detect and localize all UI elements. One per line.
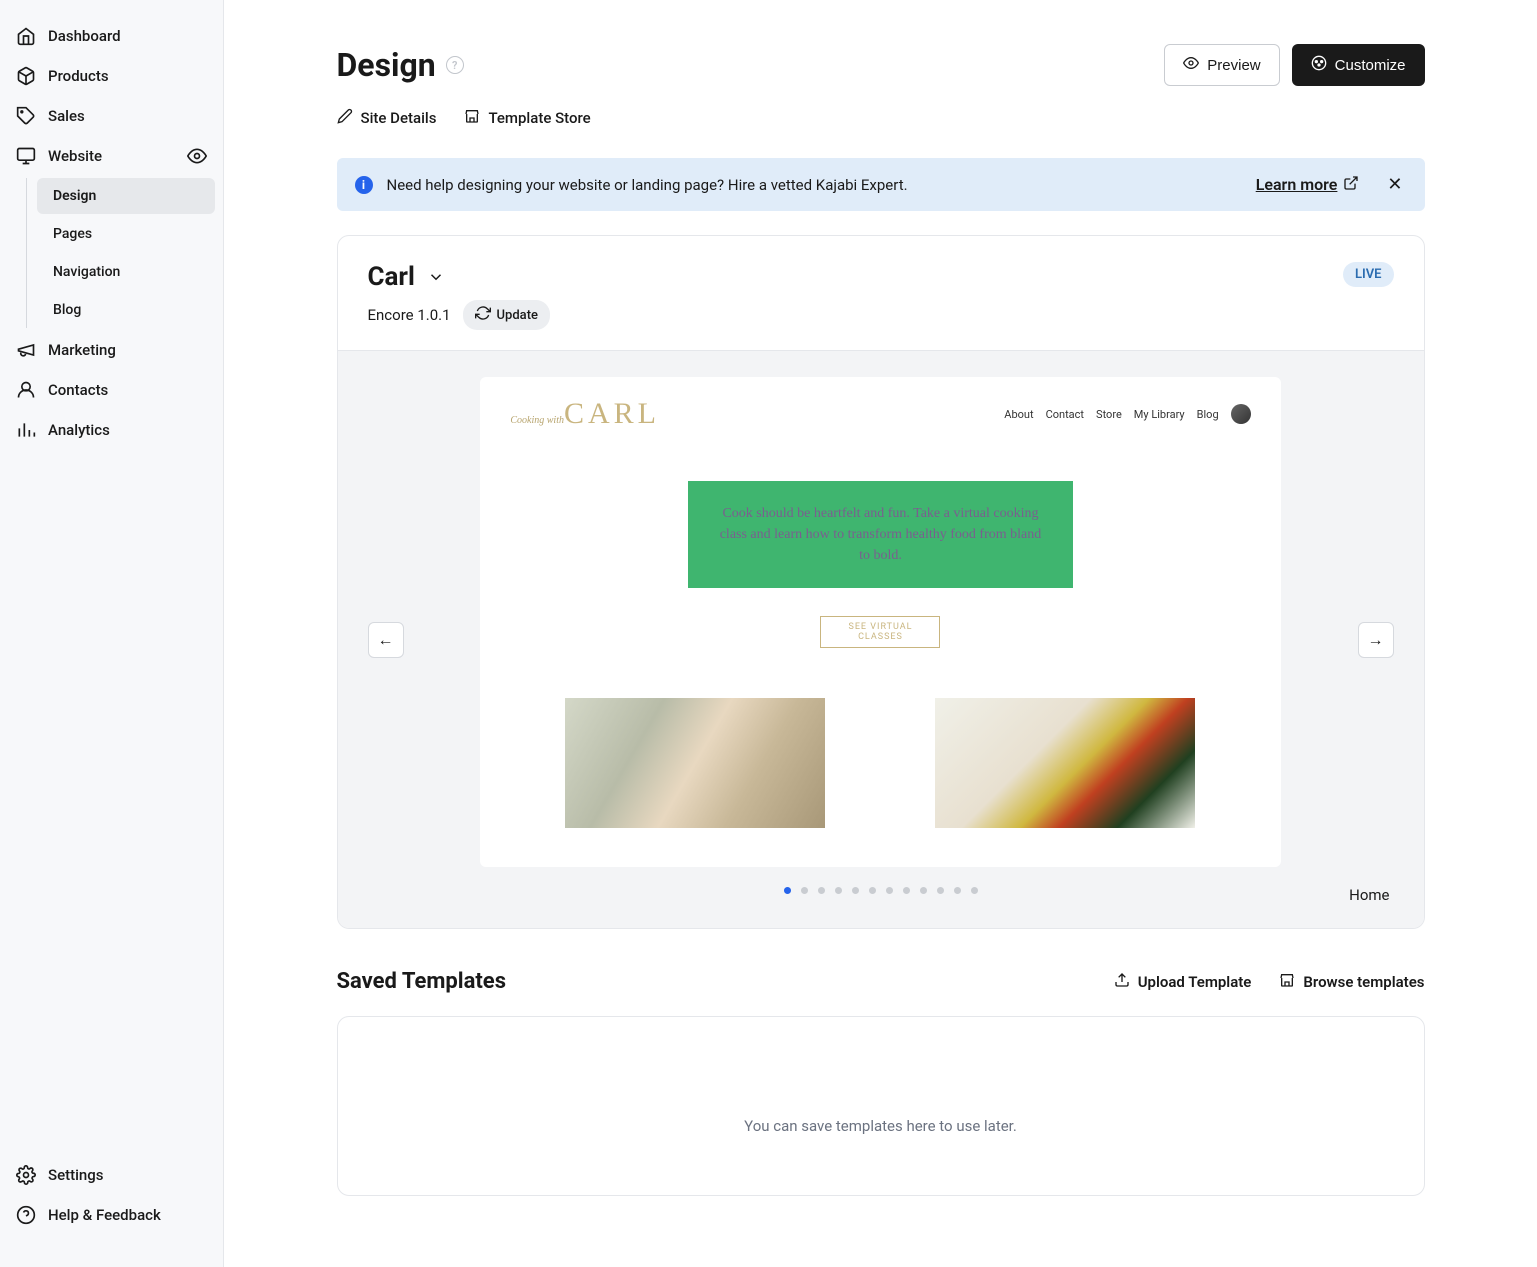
- site-preview-frame: Cooking withCARL About Contact Store My …: [480, 377, 1280, 867]
- main-content: Design ? Preview Customize: [224, 0, 1537, 1267]
- megaphone-icon: [16, 340, 36, 360]
- sidebar-item-label: Sales: [48, 107, 85, 125]
- preview-cta: SEE VIRTUAL CLASSES: [820, 616, 940, 648]
- sidebar-item-label: Products: [48, 67, 109, 85]
- preview-area: ← → Cooking withCARL About Contact Store: [338, 350, 1424, 928]
- sidebar-item-analytics[interactable]: Analytics: [0, 410, 223, 450]
- sidebar-sub-navigation[interactable]: Navigation: [37, 254, 215, 290]
- store-icon: [1279, 972, 1295, 992]
- home-icon: [16, 26, 36, 46]
- gear-icon: [16, 1165, 36, 1185]
- tag-icon: [16, 106, 36, 126]
- refresh-icon: [475, 305, 491, 325]
- preview-nav-item: Blog: [1197, 408, 1219, 421]
- sidebar-sub-design[interactable]: Design: [37, 178, 215, 214]
- dot[interactable]: [971, 887, 978, 894]
- sidebar-item-label: Help & Feedback: [48, 1206, 161, 1224]
- learn-more-link[interactable]: Learn more: [1256, 175, 1360, 195]
- sidebar-item-label: Analytics: [48, 421, 110, 439]
- sidebar-item-marketing[interactable]: Marketing: [0, 330, 223, 370]
- templates-empty-state: You can save templates here to use later…: [337, 1016, 1425, 1196]
- sidebar-item-label: Dashboard: [48, 27, 121, 45]
- templates-header: Saved Templates Upload Template Browse t…: [337, 969, 1425, 994]
- dot[interactable]: [801, 887, 808, 894]
- store-icon: [464, 108, 480, 128]
- dot[interactable]: [784, 887, 791, 894]
- sidebar-item-label: Settings: [48, 1166, 104, 1184]
- help-icon: [16, 1205, 36, 1225]
- sidebar-item-help[interactable]: Help & Feedback: [0, 1195, 223, 1235]
- page-title: Design: [337, 46, 436, 84]
- sidebar-item-label: Website: [48, 147, 102, 165]
- avatar: [1231, 404, 1251, 424]
- dot[interactable]: [937, 887, 944, 894]
- sidebar-subnav: Design Pages Navigation Blog: [26, 178, 223, 328]
- info-banner: i Need help designing your website or la…: [337, 158, 1425, 211]
- sidebar-item-website[interactable]: Website: [0, 136, 223, 176]
- dot[interactable]: [869, 887, 876, 894]
- preview-image: [565, 698, 825, 828]
- sidebar-sub-pages[interactable]: Pages: [37, 216, 215, 252]
- sidebar-item-settings[interactable]: Settings: [0, 1155, 223, 1195]
- page-header: Design ? Preview Customize: [337, 44, 1425, 86]
- dot[interactable]: [852, 887, 859, 894]
- update-button[interactable]: Update: [463, 300, 550, 330]
- sidebar-sub-blog[interactable]: Blog: [37, 292, 215, 328]
- preview-hero: Cook should be heartfelt and fun. Take a…: [688, 481, 1072, 588]
- dot[interactable]: [954, 887, 961, 894]
- sidebar-item-products[interactable]: Products: [0, 56, 223, 96]
- dot[interactable]: [835, 887, 842, 894]
- close-icon[interactable]: ✕: [1383, 174, 1406, 195]
- sub-navigation: Site Details Template Store: [337, 108, 1425, 128]
- preview-image: [935, 698, 1195, 828]
- box-icon: [16, 66, 36, 86]
- dot[interactable]: [903, 887, 910, 894]
- help-circle-icon[interactable]: ?: [446, 56, 464, 74]
- sidebar-item-label: Contacts: [48, 381, 108, 399]
- banner-text: Need help designing your website or land…: [387, 176, 1242, 194]
- external-link-icon: [1343, 175, 1359, 195]
- eye-icon: [1183, 55, 1199, 75]
- sidebar-item-sales[interactable]: Sales: [0, 96, 223, 136]
- dot[interactable]: [818, 887, 825, 894]
- subnav-template-store[interactable]: Template Store: [464, 108, 590, 128]
- sidebar-item-label: Marketing: [48, 341, 116, 359]
- empty-text: You can save templates here to use later…: [744, 1117, 1017, 1135]
- sidebar-item-dashboard[interactable]: Dashboard: [0, 16, 223, 56]
- pencil-icon: [337, 108, 353, 128]
- preview-nav-item: About: [1004, 408, 1033, 421]
- theme-version: Encore 1.0.1: [368, 306, 451, 324]
- browse-templates-button[interactable]: Browse templates: [1279, 972, 1424, 992]
- preview-nav: About Contact Store My Library Blog: [1004, 404, 1250, 424]
- preview-nav-item: Contact: [1046, 408, 1084, 421]
- chevron-down-icon[interactable]: [427, 268, 445, 286]
- sidebar: Dashboard Products Sales Website Design …: [0, 0, 224, 1267]
- site-card: Carl Encore 1.0.1 Update LIVE: [337, 235, 1425, 929]
- next-arrow-button[interactable]: →: [1358, 622, 1394, 658]
- live-badge: LIVE: [1343, 262, 1394, 287]
- prev-arrow-button[interactable]: ←: [368, 622, 404, 658]
- preview-button[interactable]: Preview: [1164, 44, 1279, 86]
- eye-icon[interactable]: [187, 146, 207, 166]
- upload-template-button[interactable]: Upload Template: [1114, 972, 1252, 992]
- dot[interactable]: [920, 887, 927, 894]
- monitor-icon: [16, 146, 36, 166]
- dot[interactable]: [886, 887, 893, 894]
- customize-button[interactable]: Customize: [1292, 44, 1425, 86]
- subnav-site-details[interactable]: Site Details: [337, 108, 437, 128]
- preview-logo: Cooking withCARL: [510, 397, 660, 431]
- info-icon: i: [355, 176, 373, 194]
- user-icon: [16, 380, 36, 400]
- paint-icon: [1311, 55, 1327, 75]
- upload-icon: [1114, 972, 1130, 992]
- sidebar-item-contacts[interactable]: Contacts: [0, 370, 223, 410]
- preview-nav-item: My Library: [1134, 408, 1185, 421]
- preview-page-label: Home: [368, 886, 1394, 904]
- site-name: Carl: [368, 262, 415, 292]
- section-title: Saved Templates: [337, 969, 507, 994]
- preview-nav-item: Store: [1096, 408, 1122, 421]
- bar-chart-icon: [16, 420, 36, 440]
